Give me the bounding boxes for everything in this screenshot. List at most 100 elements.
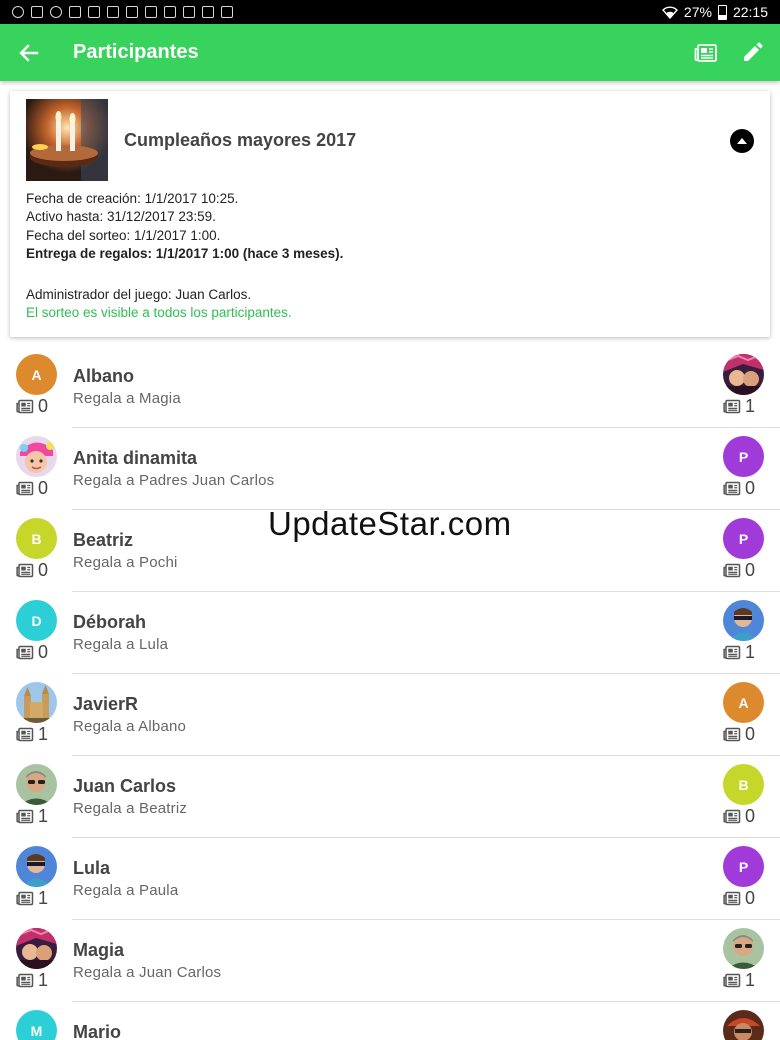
- participant-row[interactable]: D 0 Déborah Regala a Lula 1: [0, 592, 780, 674]
- participant-row[interactable]: 0 Anita dinamita Regala a Padres Juan Carl…: [0, 428, 780, 510]
- wishlist-count[interactable]: 1: [16, 806, 48, 827]
- event-info-card: Cumpleaños mayores 2017 Fecha de creació…: [10, 91, 770, 337]
- notification-icon: [183, 6, 195, 18]
- notification-icon: [31, 6, 43, 18]
- wishlist-count[interactable]: 0: [16, 560, 48, 581]
- wishlist-count[interactable]: 1: [16, 724, 48, 745]
- visibility-note: El sorteo es visible a todos los partici…: [26, 305, 292, 320]
- wishlist-count[interactable]: 0: [16, 396, 48, 417]
- notification-icon: [145, 6, 157, 18]
- back-button[interactable]: [0, 24, 58, 81]
- avatar[interactable]: [16, 928, 57, 969]
- participant-name: Magia: [73, 940, 125, 960]
- participant-row[interactable]: 1 Lula Regala a Paula P 0: [0, 838, 780, 920]
- newspaper-icon: [723, 891, 741, 906]
- avatar[interactable]: M: [16, 1010, 57, 1040]
- wishlist-button[interactable]: [688, 35, 724, 71]
- avatar[interactable]: D: [16, 600, 57, 641]
- participant-name: Juan Carlos: [73, 776, 177, 796]
- avatar[interactable]: [16, 846, 57, 887]
- newspaper-icon: [723, 973, 741, 988]
- newspaper-icon: [16, 481, 34, 496]
- creation-date: Fecha de creación: 1/1/2017 10:25.: [26, 191, 239, 206]
- notification-icon: [126, 6, 138, 18]
- avatar[interactable]: P: [723, 846, 764, 887]
- notification-icon: [164, 6, 176, 18]
- participant-list: A 0 Albano Regala a Magia 1 0 Anita dinamita Re…: [0, 346, 780, 1040]
- collapse-button[interactable]: [730, 129, 754, 153]
- avatar-initial: P: [738, 530, 749, 547]
- wishlist-count-value: 0: [38, 642, 49, 662]
- avatar[interactable]: [723, 928, 764, 969]
- notification-icon: [50, 6, 62, 18]
- avatar[interactable]: [723, 1010, 764, 1040]
- wishlist-count-value: 1: [38, 970, 49, 990]
- game-admin: Administrador del juego: Juan Carlos.: [26, 287, 252, 302]
- gift-recipient: Regala a Magia: [73, 390, 181, 407]
- newspaper-icon: [723, 809, 741, 824]
- wishlist-count[interactable]: 1: [16, 970, 48, 991]
- gift-recipient: Regala a Pochi: [73, 554, 178, 571]
- avatar[interactable]: P: [723, 436, 764, 477]
- avatar[interactable]: A: [723, 682, 764, 723]
- chevron-up-icon: [737, 138, 747, 144]
- participant-row[interactable]: 1 JavierR Regala a Albano A 0: [0, 674, 780, 756]
- edit-button[interactable]: [734, 35, 770, 71]
- pencil-icon: [744, 42, 763, 61]
- newspaper-icon: [723, 481, 741, 496]
- wishlist-count-value: 1: [38, 724, 49, 744]
- avatar[interactable]: [16, 436, 57, 477]
- avatar[interactable]: [16, 764, 57, 805]
- recipient-wishlist-count[interactable]: 0: [723, 560, 755, 581]
- wishlist-count-value: 0: [38, 560, 49, 580]
- avatar-initial: A: [31, 366, 42, 383]
- notification-icon: [69, 6, 81, 18]
- participant-row[interactable]: 1 Magia Regala a Juan Carlos 1: [0, 920, 780, 1002]
- gift-recipient: Regala a Albano: [73, 718, 187, 735]
- draw-date: Fecha del sorteo: 1/1/2017 1:00.: [26, 227, 221, 243]
- participant-row[interactable]: 1 Juan Carlos Regala a Beatriz B 0: [0, 756, 780, 838]
- newspaper-icon: [16, 563, 34, 578]
- participant-name: Beatriz: [73, 530, 134, 550]
- recipient-wishlist-count[interactable]: 1: [723, 396, 755, 417]
- wishlist-count[interactable]: 0: [16, 478, 48, 499]
- wishlist-count-value: 1: [745, 970, 756, 990]
- watermark: UpdateStar.com: [268, 505, 512, 542]
- recipient-wishlist-count[interactable]: 0: [723, 888, 755, 909]
- recipient-wishlist-count[interactable]: 0: [723, 478, 755, 499]
- wishlist-count-value: 0: [38, 478, 49, 498]
- app-bar: Participantes: [0, 24, 780, 81]
- event-title: Cumpleaños mayores 2017: [124, 130, 357, 150]
- recipient-wishlist-count[interactable]: 1: [723, 970, 755, 991]
- wishlist-count-value: 1: [745, 642, 756, 662]
- newspaper-icon: [16, 727, 34, 742]
- avatar[interactable]: B: [16, 518, 57, 559]
- notification-icons: [12, 6, 233, 18]
- wishlist-count-value: 0: [745, 560, 756, 580]
- wishlist-count-value: 1: [38, 888, 49, 908]
- participant-name: Mario: [73, 1022, 122, 1040]
- participant-name: Déborah: [73, 612, 147, 632]
- wishlist-count[interactable]: 0: [16, 642, 48, 663]
- avatar[interactable]: [16, 682, 57, 723]
- recipient-wishlist-count[interactable]: 0: [723, 724, 755, 745]
- avatar[interactable]: P: [723, 518, 764, 559]
- participant-row[interactable]: A 0 Albano Regala a Magia 1: [0, 346, 780, 428]
- avatar-initial: B: [738, 776, 749, 793]
- event-photo: [26, 99, 108, 181]
- avatar[interactable]: [723, 600, 764, 641]
- wishlist-count[interactable]: 1: [16, 888, 48, 909]
- notification-icon: [202, 6, 214, 18]
- participant-row[interactable]: M Mario: [0, 1002, 780, 1040]
- participant-name: JavierR: [73, 694, 139, 714]
- avatar[interactable]: B: [723, 764, 764, 805]
- avatar-initial: M: [30, 1022, 43, 1039]
- avatar[interactable]: A: [16, 354, 57, 395]
- avatar[interactable]: [723, 354, 764, 395]
- recipient-wishlist-count[interactable]: 1: [723, 642, 755, 663]
- newspaper-icon: [16, 891, 34, 906]
- recipient-wishlist-count[interactable]: 0: [723, 806, 755, 827]
- gift-recipient: Regala a Padres Juan Carlos: [73, 472, 275, 489]
- gift-recipient: Regala a Paula: [73, 882, 179, 899]
- wishlist-count-value: 1: [745, 396, 756, 416]
